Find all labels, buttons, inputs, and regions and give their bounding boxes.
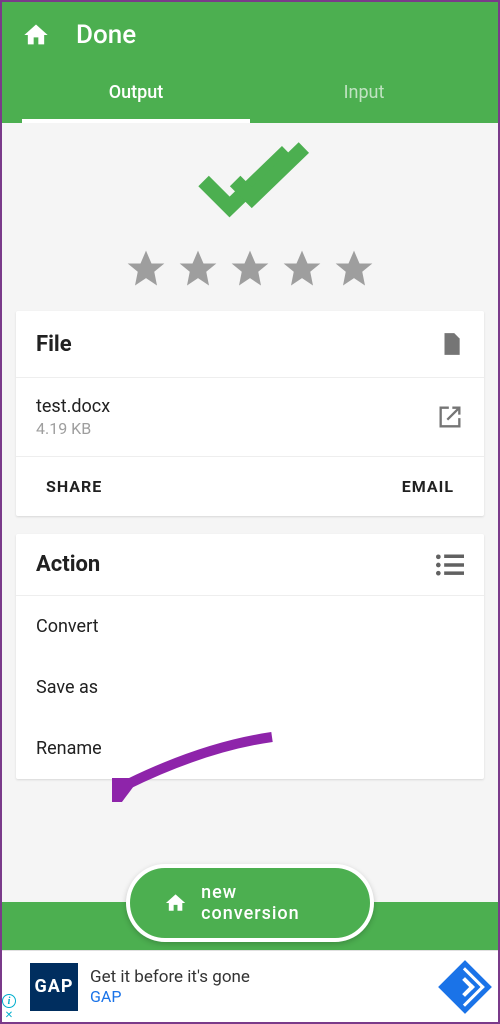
ad-logo: GAP	[30, 963, 78, 1011]
star-4[interactable]	[280, 247, 324, 291]
page-title: Done	[76, 20, 136, 50]
file-size: 4.19 KB	[36, 419, 110, 438]
share-button[interactable]: SHARE	[16, 457, 250, 516]
action-rename[interactable]: Rename	[16, 718, 484, 779]
star-1[interactable]	[124, 247, 168, 291]
new-conversion-button[interactable]: new conversion	[126, 864, 374, 942]
document-icon	[438, 329, 464, 359]
fab-label: new conversion	[201, 882, 336, 924]
file-card: File test.docx 4.19 KB SHARE EMAIL	[16, 311, 484, 516]
ad-badge: i ✕	[2, 994, 16, 1022]
file-heading: File	[36, 332, 72, 357]
file-name: test.docx	[36, 396, 110, 417]
star-5[interactable]	[332, 247, 376, 291]
email-button[interactable]: EMAIL	[250, 457, 484, 516]
adchoices-icon[interactable]: i	[2, 994, 16, 1008]
tab-input[interactable]: Input	[250, 66, 478, 123]
tabs: Output Input	[22, 66, 478, 123]
ad-close-icon[interactable]: ✕	[2, 1008, 16, 1022]
open-external-icon[interactable]	[436, 403, 464, 431]
tab-output[interactable]: Output	[22, 66, 250, 123]
rating-stars	[2, 239, 498, 311]
star-2[interactable]	[176, 247, 220, 291]
ad-subtext: GAP	[90, 987, 446, 1006]
star-3[interactable]	[228, 247, 272, 291]
action-card: Action Convert Save as Rename	[16, 534, 484, 779]
home-icon	[164, 891, 187, 915]
list-icon[interactable]	[436, 554, 464, 576]
action-convert[interactable]: Convert	[16, 596, 484, 657]
ad-headline: Get it before it's gone	[90, 967, 446, 987]
action-heading: Action	[36, 552, 100, 577]
success-check-icon	[2, 123, 498, 239]
ad-banner[interactable]: i ✕ GAP Get it before it's gone GAP	[2, 950, 498, 1022]
home-icon[interactable]	[22, 21, 50, 49]
action-save-as[interactable]: Save as	[16, 657, 484, 718]
ad-go-icon[interactable]	[446, 968, 484, 1006]
